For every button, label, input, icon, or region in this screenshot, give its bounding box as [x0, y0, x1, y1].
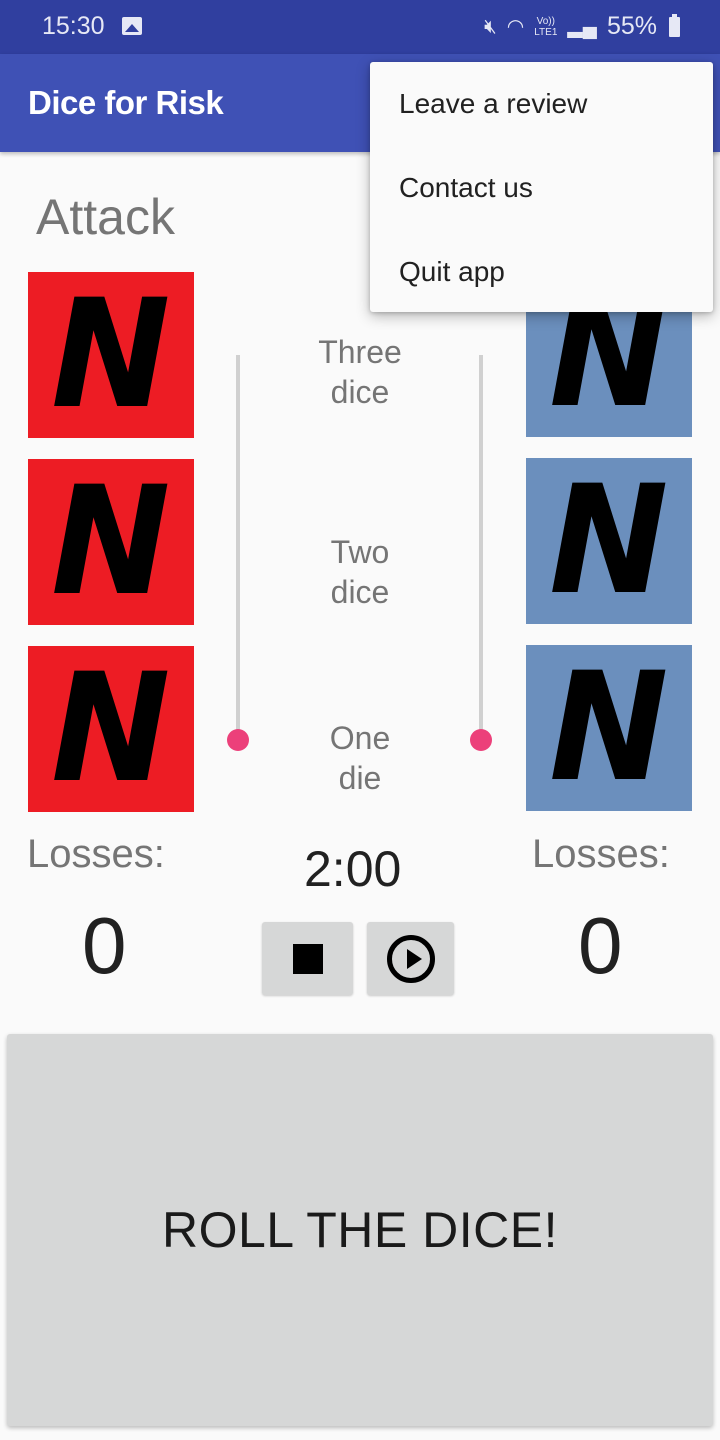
status-bar: 15:30 🔇︎ ◠ Vo)) LTE1 ▂▄ 55%: [0, 0, 720, 54]
defense-die-3[interactable]: N: [526, 645, 692, 811]
die-face: N: [51, 455, 171, 629]
die-face: N: [549, 641, 669, 815]
menu-item-quit-app[interactable]: Quit app: [370, 230, 713, 314]
play-timer-button[interactable]: [367, 922, 454, 995]
battery-percent: 55%: [606, 12, 657, 40]
attack-label: Attack: [36, 189, 175, 245]
menu-item-leave-review[interactable]: Leave a review: [370, 62, 713, 146]
option-three-dice: Three dice: [318, 334, 402, 410]
attack-losses-label: Losses:: [27, 832, 165, 876]
defense-losses-label: Losses:: [532, 832, 670, 876]
play-circle-icon: [386, 934, 435, 983]
timer-display: 2:00: [304, 841, 402, 897]
app-title: Dice for Risk: [28, 84, 224, 121]
attack-die-1[interactable]: N: [28, 272, 194, 438]
stop-icon: [292, 943, 323, 974]
defense-dice-slider-thumb[interactable]: [470, 729, 492, 751]
defense-dice-slider-track[interactable]: [479, 355, 483, 740]
overflow-menu: Leave a review Contact us Quit app: [370, 62, 713, 312]
mute-icon: 🔇︎: [484, 15, 497, 38]
stop-timer-button[interactable]: [262, 922, 353, 995]
signal-icon: ▂▄: [567, 15, 597, 38]
volte-icon: Vo)) LTE1: [534, 15, 558, 38]
wifi-icon: ◠: [506, 15, 525, 38]
option-one-die: One die: [329, 720, 391, 796]
die-face: N: [51, 642, 171, 816]
status-time: 15:30: [42, 12, 105, 40]
roll-dice-button[interactable]: ROLL THE DICE!: [7, 1034, 713, 1426]
option-two-dice: Two dice: [330, 534, 390, 610]
image-icon: [122, 17, 142, 35]
die-face: N: [549, 454, 669, 628]
battery-icon: [669, 13, 680, 37]
attack-die-2[interactable]: N: [28, 459, 194, 625]
defense-losses-value: 0: [578, 901, 623, 990]
attack-die-3[interactable]: N: [28, 646, 194, 812]
die-face: N: [51, 268, 171, 442]
menu-item-contact-us[interactable]: Contact us: [370, 146, 713, 230]
attack-dice-slider-thumb[interactable]: [227, 729, 249, 751]
attack-losses-value: 0: [82, 901, 127, 990]
attack-dice-slider-track[interactable]: [236, 355, 240, 740]
defense-die-2[interactable]: N: [526, 458, 692, 624]
status-icons: 🔇︎ ◠ Vo)) LTE1 ▂▄ 55%: [484, 12, 680, 41]
